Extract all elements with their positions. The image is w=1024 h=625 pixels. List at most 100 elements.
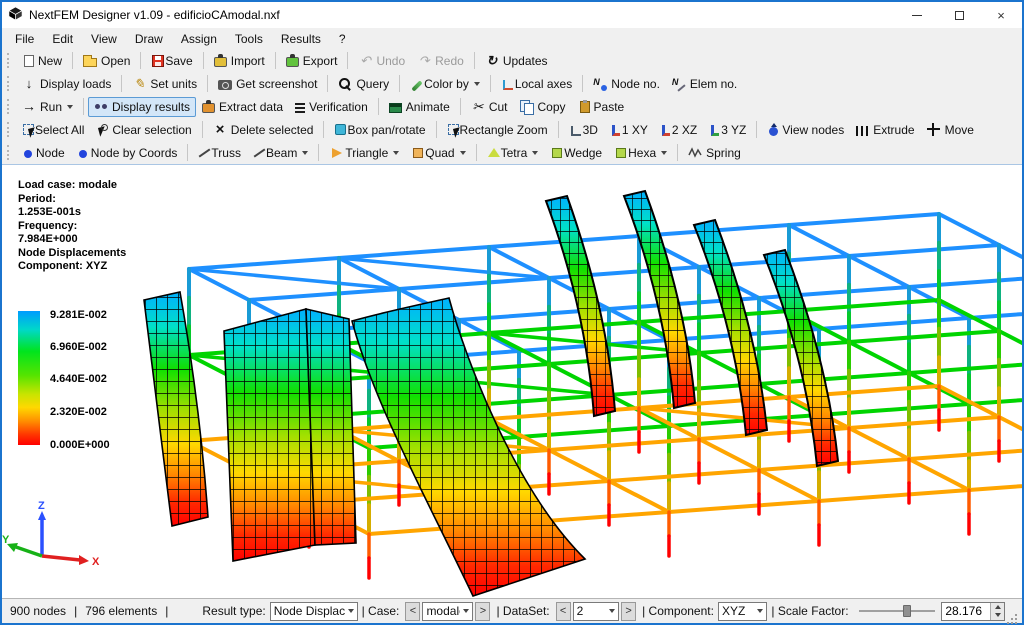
case-combo[interactable]: modale bbox=[422, 602, 473, 621]
view-3d-button[interactable]: 3D bbox=[563, 120, 604, 140]
node-number-icon: N bbox=[593, 77, 607, 91]
dropdown-arrow-icon bbox=[393, 151, 399, 155]
query-button[interactable]: Query bbox=[332, 74, 395, 94]
select-all-button[interactable]: Select All bbox=[16, 120, 90, 140]
beam-button[interactable]: Beam bbox=[247, 143, 314, 163]
component-combo[interactable]: XYZ bbox=[718, 602, 767, 621]
view-nodes-button[interactable]: View nodes bbox=[761, 120, 850, 140]
move-button[interactable]: Move bbox=[921, 120, 980, 140]
slider-thumb[interactable] bbox=[903, 605, 911, 617]
spin-down-button[interactable] bbox=[991, 611, 1004, 620]
tetra-button[interactable]: Tetra bbox=[481, 143, 545, 163]
toolbar-display: ↓Display loads ✎Set units Get screenshot… bbox=[2, 72, 1022, 95]
load-case-text: Load case: modale bbox=[18, 179, 126, 193]
run-button[interactable]: →Run bbox=[16, 97, 79, 117]
legend-min-label: 0.000E+000 bbox=[50, 439, 160, 451]
menu-file[interactable]: File bbox=[6, 30, 43, 48]
case-prev-button[interactable]: < bbox=[405, 602, 420, 621]
select-all-icon bbox=[23, 124, 34, 135]
node-dot-icon bbox=[79, 150, 87, 158]
menu-tools[interactable]: Tools bbox=[226, 30, 272, 48]
color-by-button[interactable]: Color by bbox=[404, 74, 486, 94]
node-no-button[interactable]: NNode no. bbox=[587, 74, 666, 94]
elem-no-button[interactable]: NElem no. bbox=[666, 74, 743, 94]
box-pan-rotate-button[interactable]: Box pan/rotate bbox=[328, 120, 431, 140]
extrude-button[interactable]: Extrude bbox=[850, 120, 920, 140]
delete-selected-button[interactable]: ×Delete selected bbox=[207, 120, 320, 140]
wedge-cube-icon bbox=[552, 148, 562, 158]
wedge-button[interactable]: Wedge bbox=[544, 143, 608, 163]
save-button[interactable]: Save bbox=[145, 51, 198, 71]
plane-xz-icon bbox=[662, 125, 670, 136]
paste-button[interactable]: Paste bbox=[572, 97, 631, 117]
element-number-icon: N bbox=[672, 77, 686, 91]
redo-button[interactable]: ↷Redo bbox=[411, 51, 470, 71]
title-bar: NextFEM Designer v1.09 - edificioCAmodal… bbox=[2, 2, 1022, 28]
frequency-value: 7.984E+000 bbox=[18, 233, 126, 247]
triangle-button[interactable]: Triangle bbox=[323, 143, 405, 163]
clear-selection-button[interactable]: Clear selection bbox=[90, 120, 197, 140]
node-button[interactable]: Node bbox=[16, 143, 71, 163]
triangle-icon bbox=[332, 148, 342, 158]
open-button[interactable]: Open bbox=[77, 51, 136, 71]
node-by-coords-button[interactable]: Node by Coords bbox=[71, 143, 184, 163]
clear-selection-icon bbox=[96, 124, 108, 136]
hexa-button[interactable]: Hexa bbox=[608, 143, 673, 163]
menu-view[interactable]: View bbox=[82, 30, 126, 48]
cut-button[interactable]: ✂Cut bbox=[465, 97, 514, 117]
updates-button[interactable]: ↻Updates bbox=[479, 51, 554, 71]
spring-button[interactable]: Spring bbox=[682, 143, 747, 163]
toolbar-grip bbox=[7, 122, 11, 137]
set-units-button[interactable]: ✎Set units bbox=[126, 74, 203, 94]
scale-factor-input[interactable] bbox=[942, 603, 990, 620]
minimize-button[interactable] bbox=[896, 2, 938, 28]
minimize-icon bbox=[912, 15, 922, 16]
truss-button[interactable]: Truss bbox=[192, 143, 247, 163]
import-button[interactable]: Import bbox=[208, 51, 271, 71]
display-results-button[interactable]: Display results bbox=[88, 97, 196, 117]
camera-icon bbox=[218, 80, 232, 90]
menu-draw[interactable]: Draw bbox=[126, 30, 172, 48]
copy-button[interactable]: Copy bbox=[514, 97, 572, 117]
dataset-combo[interactable]: 2 bbox=[573, 602, 619, 621]
window-title: NextFEM Designer v1.09 - edificioCAmodal… bbox=[29, 8, 280, 22]
view-xz-button[interactable]: 2 XZ bbox=[654, 120, 703, 140]
case-label: | Case: bbox=[362, 604, 400, 618]
scale-factor-slider[interactable] bbox=[859, 604, 936, 618]
quad-button[interactable]: Quad bbox=[405, 143, 471, 163]
undo-button[interactable]: ↶Undo bbox=[352, 51, 411, 71]
display-loads-button[interactable]: ↓Display loads bbox=[16, 74, 117, 94]
toolbar-grip bbox=[7, 53, 11, 68]
menu-help[interactable]: ? bbox=[330, 30, 355, 48]
animate-button[interactable]: Animate bbox=[383, 97, 456, 117]
save-floppy-icon bbox=[152, 55, 164, 67]
clipboard-icon bbox=[580, 101, 590, 113]
close-button[interactable]: × bbox=[980, 2, 1022, 28]
menu-assign[interactable]: Assign bbox=[172, 30, 226, 48]
spin-up-button[interactable] bbox=[991, 603, 1004, 612]
result-type-combo[interactable]: Node Displacements bbox=[270, 602, 358, 621]
dataset-prev-button[interactable]: < bbox=[556, 602, 571, 621]
dropdown-arrow-icon bbox=[661, 151, 667, 155]
new-button[interactable]: New bbox=[16, 51, 68, 71]
menu-results[interactable]: Results bbox=[272, 30, 330, 48]
scale-factor-label: | Scale Factor: bbox=[771, 604, 848, 618]
view-yz-button[interactable]: 3 YZ bbox=[703, 120, 752, 140]
legend-label: 2.320E-002 bbox=[50, 406, 160, 418]
case-next-button[interactable]: > bbox=[475, 602, 490, 621]
model-canvas[interactable]: ZXY Load case: modale Period: 1.253E-001… bbox=[2, 164, 1022, 598]
export-button[interactable]: Export bbox=[280, 51, 344, 71]
view-xy-button[interactable]: 1 XY bbox=[604, 120, 654, 140]
extract-data-button[interactable]: Extract data bbox=[196, 97, 289, 117]
local-axes-button[interactable]: Local axes bbox=[495, 74, 578, 94]
verification-button[interactable]: Verification bbox=[289, 97, 374, 117]
dropdown-arrow-icon bbox=[757, 609, 763, 613]
maximize-button[interactable] bbox=[938, 2, 980, 28]
updates-icon: ↻ bbox=[485, 54, 499, 68]
menu-edit[interactable]: Edit bbox=[43, 30, 82, 48]
rectangle-zoom-button[interactable]: Rectangle Zoom bbox=[441, 120, 554, 140]
delete-x-icon: × bbox=[213, 123, 227, 137]
get-screenshot-button[interactable]: Get screenshot bbox=[212, 74, 323, 94]
dataset-next-button[interactable]: > bbox=[621, 602, 636, 621]
resize-grip[interactable] bbox=[1010, 605, 1018, 617]
